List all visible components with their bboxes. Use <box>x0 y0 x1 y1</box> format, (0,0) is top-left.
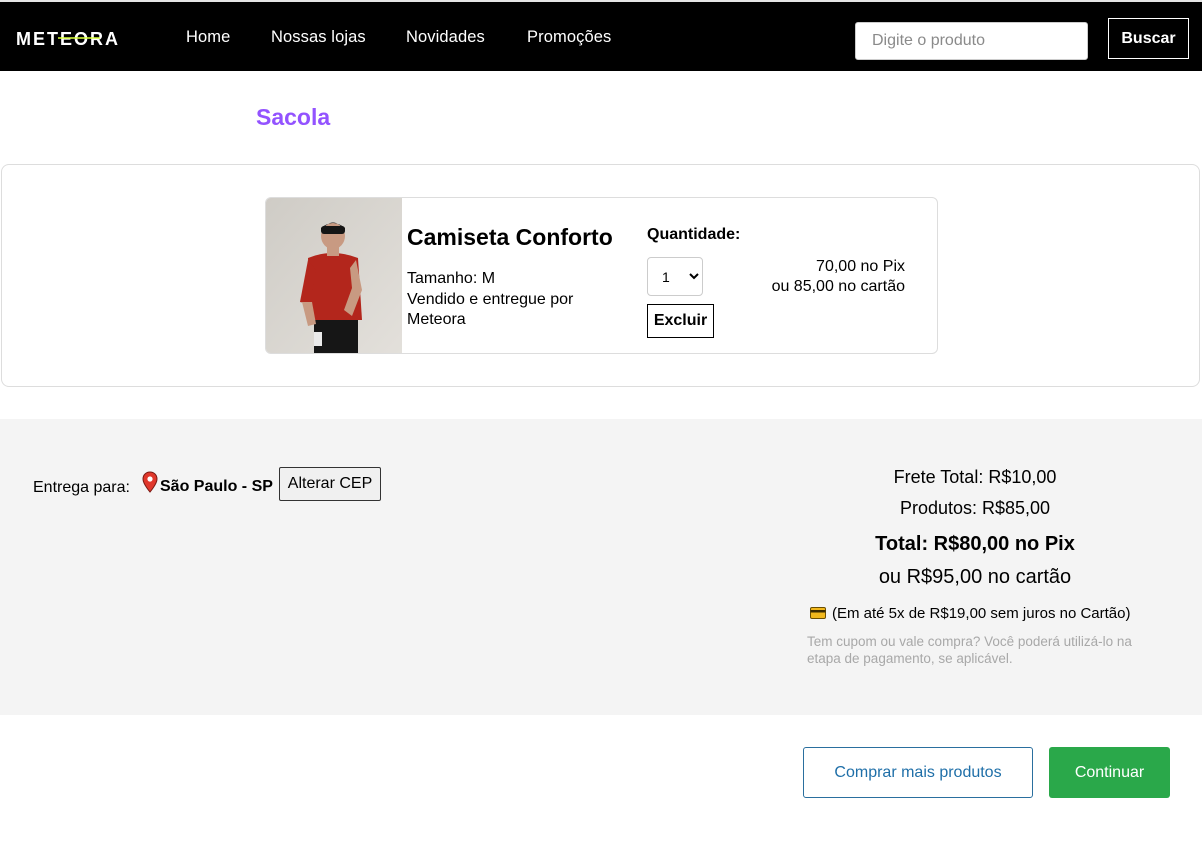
nav-nossas-lojas[interactable]: Nossas lojas <box>271 28 366 47</box>
order-summary: Entrega para: São Paulo - SP Alterar CEP… <box>0 419 1202 715</box>
coupon-note: Tem cupom ou vale compra? Você poderá ut… <box>807 634 1132 666</box>
map-pin-icon <box>142 471 158 493</box>
quantity-label: Quantidade: <box>647 226 741 243</box>
credit-card-icon <box>810 607 826 619</box>
delivery-label: Entrega para: <box>33 479 130 496</box>
remove-item-button[interactable]: Excluir <box>647 304 714 338</box>
nav-home[interactable]: Home <box>186 28 230 47</box>
item-price-pix: 70,00 no Pix <box>816 258 905 275</box>
delivery-city: São Paulo - SP <box>160 478 273 495</box>
installment-info: (Em até 5x de R$19,00 sem juros no Cartã… <box>810 605 1130 622</box>
cart-item: Camiseta Conforto Tamanho: M Vendido e e… <box>265 197 938 354</box>
product-seller: Vendido e entregue por Meteora <box>407 291 574 328</box>
search-input[interactable] <box>855 22 1088 60</box>
installment-text: (Em até 5x de R$19,00 sem juros no Cartã… <box>832 605 1131 622</box>
item-price-card: ou 85,00 no cartão <box>771 278 905 295</box>
continue-button[interactable]: Continuar <box>1049 747 1170 798</box>
product-name[interactable]: Camiseta Conforto <box>407 224 613 251</box>
nav-promocoes[interactable]: Promoções <box>527 28 611 47</box>
meteora-logo[interactable]: METEORA <box>16 29 142 47</box>
buy-more-button[interactable]: Comprar mais produtos <box>803 747 1033 798</box>
change-cep-button[interactable]: Alterar CEP <box>279 467 381 501</box>
top-navbar: METEORA Home Nossas lojas Novidades Prom… <box>0 0 1202 71</box>
grand-total-pix: Total: R$80,00 no Pix <box>875 533 1075 555</box>
product-image[interactable] <box>266 198 402 354</box>
product-size: Tamanho: M <box>407 270 496 287</box>
nav-novidades[interactable]: Novidades <box>406 28 485 47</box>
quantity-select[interactable]: 1 <box>647 257 703 296</box>
page-title: Sacola <box>256 104 331 130</box>
grand-total-card: ou R$95,00 no cartão <box>878 566 1072 588</box>
shipping-total: Frete Total: R$10,00 <box>893 467 1057 487</box>
search-button[interactable]: Buscar <box>1108 18 1189 59</box>
products-total: Produtos: R$85,00 <box>899 498 1051 518</box>
